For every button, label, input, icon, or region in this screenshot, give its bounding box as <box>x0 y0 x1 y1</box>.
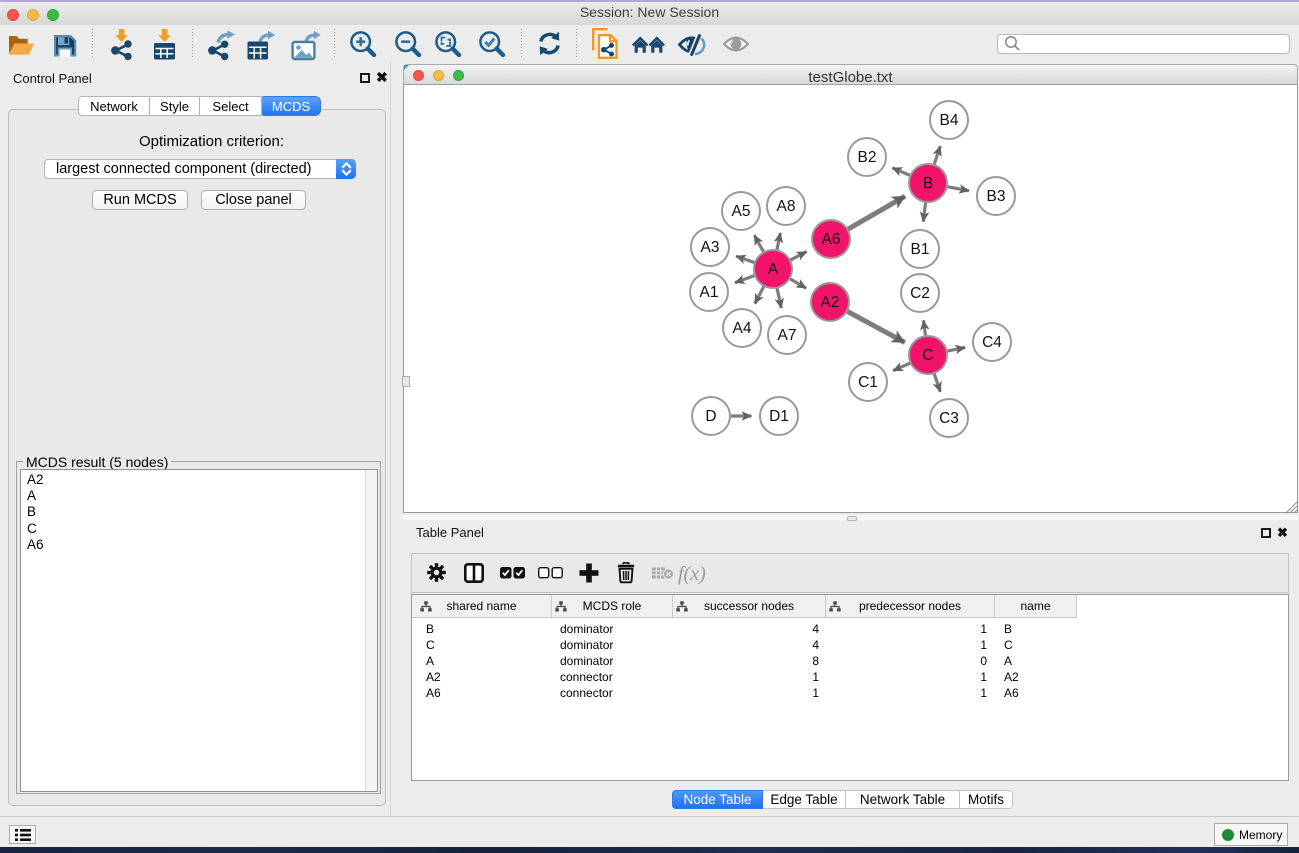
svg-text:D1: D1 <box>769 408 789 425</box>
svg-text:A4: A4 <box>733 320 752 337</box>
svg-text:B: B <box>923 175 933 192</box>
svg-text:A1: A1 <box>700 284 719 301</box>
svg-text:A2: A2 <box>821 294 840 311</box>
svg-text:B1: B1 <box>911 241 930 258</box>
svg-text:A7: A7 <box>778 327 797 344</box>
svg-text:A3: A3 <box>701 239 720 256</box>
svg-text:A: A <box>768 261 779 278</box>
svg-text:B3: B3 <box>987 188 1006 205</box>
svg-text:C3: C3 <box>939 410 959 427</box>
svg-text:C4: C4 <box>982 334 1002 351</box>
svg-text:B2: B2 <box>858 149 877 166</box>
svg-text:B4: B4 <box>940 112 959 129</box>
svg-text:A8: A8 <box>777 198 796 215</box>
svg-text:C2: C2 <box>910 285 930 302</box>
svg-text:A6: A6 <box>822 231 841 248</box>
svg-text:D: D <box>705 408 716 425</box>
svg-text:C: C <box>922 347 933 364</box>
svg-text:C1: C1 <box>858 374 878 391</box>
svg-text:A5: A5 <box>732 203 751 220</box>
